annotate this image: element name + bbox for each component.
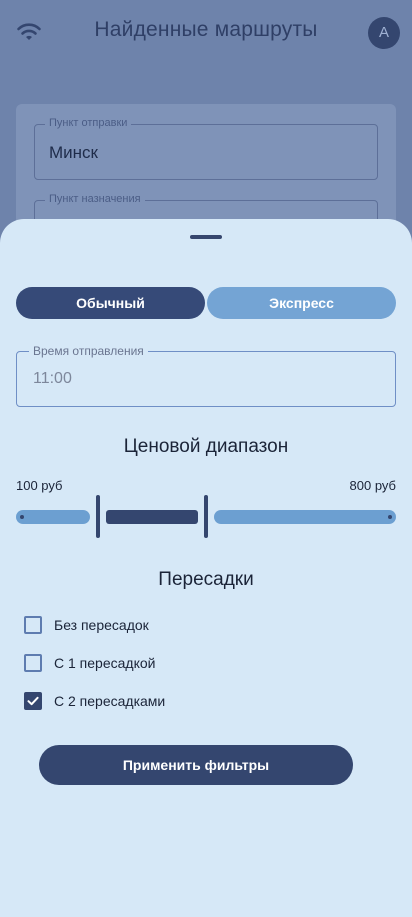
filters-bottom-sheet: Обычный Экспресс Время отправления 11:00… <box>0 219 412 917</box>
departure-time-value: 11:00 <box>33 370 72 387</box>
transfers-title: Пересадки <box>158 569 254 590</box>
top-app-bar: Найденные маршруты A <box>0 0 412 64</box>
checkmark-icon <box>27 696 39 706</box>
type-option-regular[interactable]: Обычный <box>16 287 205 319</box>
origin-field[interactable]: Пункт отправки Минск <box>34 117 378 180</box>
origin-field-value: Минск <box>49 143 98 162</box>
drag-handle[interactable] <box>190 235 222 239</box>
screen: Найденные маршруты A Пункт отправки Минс… <box>0 0 412 917</box>
slider-stop-indicator-start <box>20 515 24 519</box>
apply-filters-button[interactable]: Применить фильтры <box>39 745 353 785</box>
checkbox-unchecked[interactable] <box>24 654 42 672</box>
departure-time-field[interactable]: Время отправления 11:00 <box>16 344 396 407</box>
price-range-title: Ценовой диапазон <box>123 436 289 457</box>
destination-field-label: Пункт назначения <box>45 193 145 205</box>
avatar[interactable]: A <box>368 17 400 49</box>
transfer-option-label: С 1 пересадкой <box>54 655 156 671</box>
slider-thumb-max[interactable] <box>204 495 208 538</box>
transfer-option-label: Без пересадок <box>54 617 149 633</box>
slider-track-active[interactable] <box>106 510 198 524</box>
checkbox-unchecked[interactable] <box>24 616 42 634</box>
price-min-label: 100 руб <box>16 478 63 493</box>
page-title: Найденные маршруты <box>94 18 318 41</box>
slider-track-inactive-right[interactable] <box>214 510 396 524</box>
price-max-label: 800 руб <box>349 478 396 493</box>
slider-stop-indicator-end <box>388 515 392 519</box>
slider-thumb-min[interactable] <box>96 495 100 538</box>
origin-field-label: Пункт отправки <box>45 117 132 129</box>
checkbox-checked[interactable] <box>24 692 42 710</box>
departure-time-label: Время отправления <box>29 344 148 358</box>
transfer-option-label: С 2 пересадками <box>54 693 166 709</box>
type-option-express[interactable]: Экспресс <box>207 287 396 319</box>
slider-track-inactive-left[interactable] <box>16 510 90 524</box>
